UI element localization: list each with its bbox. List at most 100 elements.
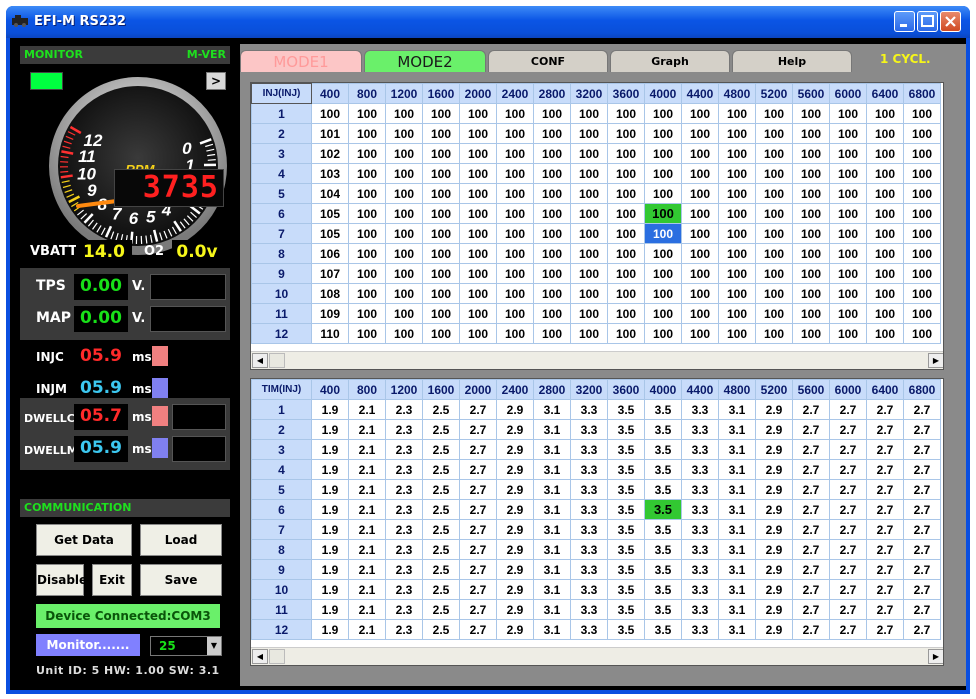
table-cell[interactable]: 100 (459, 163, 497, 184)
table-cell[interactable]: 3.3 (570, 559, 608, 580)
table-cell[interactable]: 2.5 (422, 419, 460, 440)
table-cell[interactable]: 3.5 (644, 539, 682, 560)
table-cell[interactable]: 100 (496, 323, 534, 344)
table-cell[interactable]: 3.3 (681, 559, 719, 580)
table-cell[interactable]: 100 (903, 263, 941, 284)
table-cell[interactable]: 3.3 (681, 459, 719, 480)
tab-help[interactable]: Help (732, 50, 852, 72)
table-cell[interactable]: 2.7 (829, 479, 867, 500)
table-cell[interactable]: 100 (607, 123, 645, 144)
table-cell[interactable]: 2.3 (385, 419, 423, 440)
table-cell[interactable]: 2.9 (496, 599, 534, 620)
table-cell[interactable]: 100 (755, 183, 793, 204)
table-cell[interactable]: 100 (681, 223, 719, 244)
injection-table-scrollbar[interactable]: ◀ ▶ (251, 351, 943, 369)
table-cell[interactable]: 100 (607, 303, 645, 324)
chevron-down-icon[interactable]: ▼ (207, 637, 221, 655)
table-cell[interactable]: 100 (644, 123, 682, 144)
table-cell[interactable]: 3.5 (644, 519, 682, 540)
table-cell[interactable]: 100 (903, 323, 941, 344)
table-cell[interactable]: 3.5 (644, 499, 682, 520)
table-cell[interactable]: 100 (755, 123, 793, 144)
table-cell[interactable]: 2.9 (755, 459, 793, 480)
table-cell[interactable]: 2.1 (348, 559, 386, 580)
table-cell[interactable]: 2.7 (459, 439, 497, 460)
table-cell[interactable]: 100 (570, 103, 608, 124)
table-cell[interactable]: 3.3 (570, 439, 608, 460)
table-cell[interactable]: 100 (829, 323, 867, 344)
table-cell[interactable]: 2.9 (496, 399, 534, 420)
table-cell[interactable]: 2.3 (385, 519, 423, 540)
table-cell[interactable]: 100 (385, 243, 423, 264)
table-cell[interactable]: 3.1 (718, 619, 756, 640)
table-cell[interactable]: 100 (533, 263, 571, 284)
table-cell[interactable]: 3.5 (644, 579, 682, 600)
table-cell[interactable]: 100 (903, 203, 941, 224)
table-cell[interactable]: 3.1 (718, 599, 756, 620)
table-cell[interactable]: 2.5 (422, 399, 460, 420)
table-cell[interactable]: 100 (459, 263, 497, 284)
table-cell[interactable]: 2.9 (755, 399, 793, 420)
table-cell[interactable]: 100 (607, 323, 645, 344)
table-cell[interactable]: 100 (644, 143, 682, 164)
table-cell[interactable]: 100 (792, 223, 830, 244)
table-cell[interactable]: 100 (570, 203, 608, 224)
table-cell[interactable]: 100 (718, 123, 756, 144)
table-cell[interactable]: 100 (385, 143, 423, 164)
table-cell[interactable]: 100 (459, 303, 497, 324)
table-cell[interactable]: 100 (533, 243, 571, 264)
table-cell[interactable]: 2.7 (903, 499, 941, 520)
table-cell[interactable]: 100 (681, 123, 719, 144)
table-cell[interactable]: 1.9 (311, 459, 349, 480)
table-cell[interactable]: 2.5 (422, 459, 460, 480)
table-cell[interactable]: 2.9 (755, 439, 793, 460)
table-cell[interactable]: 2.5 (422, 559, 460, 580)
table-cell[interactable]: 3.5 (607, 559, 645, 580)
table-cell[interactable]: 100 (348, 183, 386, 204)
table-cell[interactable]: 100 (385, 183, 423, 204)
table-cell[interactable]: 100 (496, 223, 534, 244)
table-cell[interactable]: 2.9 (755, 419, 793, 440)
table-cell[interactable]: 2.7 (459, 399, 497, 420)
table-cell[interactable]: 100 (496, 263, 534, 284)
table-cell[interactable]: 100 (422, 223, 460, 244)
table-cell[interactable]: 106 (311, 243, 349, 264)
table-cell[interactable]: 100 (348, 223, 386, 244)
table-cell[interactable]: 3.3 (570, 599, 608, 620)
table-cell[interactable]: 100 (792, 303, 830, 324)
table-cell[interactable]: 2.7 (792, 619, 830, 640)
table-cell[interactable]: 100 (607, 103, 645, 124)
table-cell[interactable]: 2.3 (385, 559, 423, 580)
table-cell[interactable]: 2.3 (385, 439, 423, 460)
table-cell[interactable]: 100 (792, 183, 830, 204)
table-cell[interactable]: 3.1 (718, 559, 756, 580)
table-cell[interactable]: 100 (385, 323, 423, 344)
table-cell[interactable]: 3.3 (570, 519, 608, 540)
table-cell[interactable]: 100 (644, 303, 682, 324)
table-cell[interactable]: 100 (681, 163, 719, 184)
table-cell[interactable]: 100 (644, 203, 682, 224)
table-cell[interactable]: 2.7 (829, 599, 867, 620)
table-cell[interactable]: 2.5 (422, 439, 460, 460)
table-cell[interactable]: 100 (607, 243, 645, 264)
table-cell[interactable]: 100 (533, 323, 571, 344)
table-cell[interactable]: 2.1 (348, 539, 386, 560)
table-cell[interactable]: 3.5 (607, 619, 645, 640)
table-cell[interactable]: 2.7 (829, 559, 867, 580)
table-cell[interactable]: 3.3 (681, 419, 719, 440)
exit-button[interactable]: Exit (92, 564, 132, 596)
table-cell[interactable]: 100 (718, 203, 756, 224)
scroll-left-icon[interactable]: ◀ (252, 649, 268, 664)
table-cell[interactable]: 100 (348, 283, 386, 304)
table-cell[interactable]: 2.9 (755, 559, 793, 580)
table-cell[interactable]: 3.1 (533, 399, 571, 420)
table-cell[interactable]: 100 (533, 283, 571, 304)
table-cell[interactable]: 100 (866, 123, 904, 144)
table-cell[interactable]: 2.7 (903, 579, 941, 600)
scroll-left-icon[interactable]: ◀ (252, 353, 268, 368)
table-cell[interactable]: 1.9 (311, 579, 349, 600)
table-cell[interactable]: 2.9 (496, 459, 534, 480)
table-cell[interactable]: 2.1 (348, 619, 386, 640)
table-cell[interactable]: 2.7 (459, 499, 497, 520)
table-cell[interactable]: 2.7 (866, 419, 904, 440)
